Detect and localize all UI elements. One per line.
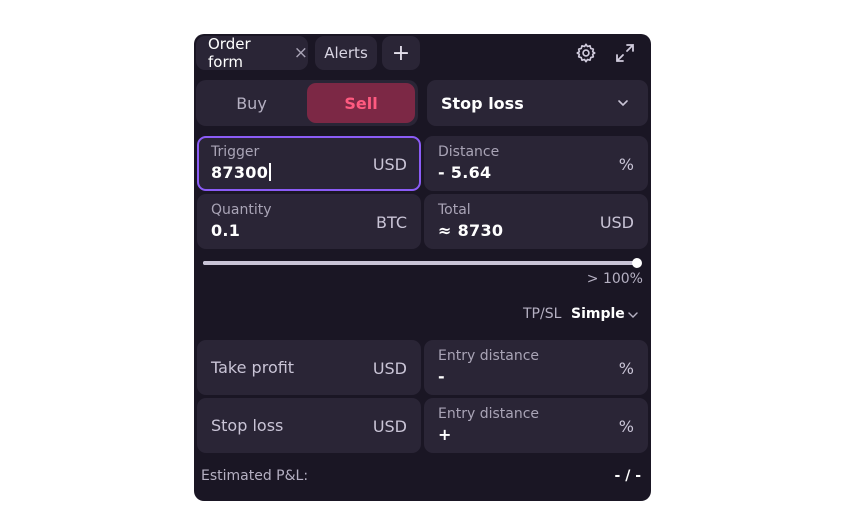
quantity-value: 0.1 <box>211 221 241 240</box>
quantity-slider-fill <box>203 261 638 265</box>
text-caret <box>269 163 271 181</box>
tab-order-form-label: Order form <box>208 35 251 71</box>
quantity-unit: BTC <box>376 213 407 232</box>
order-form-panel: Order form × Alerts + Buy Sell Stop loss… <box>194 34 651 501</box>
tab-order-form[interactable]: Order form × <box>196 35 308 71</box>
take-profit-entry-distance-field[interactable]: Entry distance - % <box>424 340 648 395</box>
take-profit-entry-label: Entry distance <box>438 348 540 364</box>
estimated-pnl-label: Estimated P&L: <box>201 468 309 484</box>
stop-loss-field[interactable]: Stop loss USD <box>197 398 421 453</box>
total-value: ≈ 8730 <box>438 221 504 240</box>
take-profit-entry-value: - <box>438 367 445 386</box>
total-label: Total <box>438 202 471 218</box>
close-icon[interactable]: × <box>294 44 308 62</box>
stop-loss-entry-distance-field[interactable]: Entry distance + % <box>424 398 648 453</box>
expand-icon[interactable] <box>612 40 638 66</box>
quantity-label: Quantity <box>211 202 272 218</box>
stop-loss-entry-unit: % <box>618 417 634 436</box>
trigger-value-wrap: 87300 <box>211 163 271 182</box>
take-profit-field[interactable]: Take profit USD <box>197 340 421 395</box>
tpsl-label: TP/SL <box>523 306 562 322</box>
distance-value: - 5.64 <box>438 163 492 182</box>
trigger-unit: USD <box>372 155 407 174</box>
stop-loss-entry-label: Entry distance <box>438 406 540 422</box>
tab-alerts-label: Alerts <box>324 44 368 62</box>
take-profit-entry-unit: % <box>618 359 634 378</box>
distance-label: Distance <box>438 144 500 160</box>
estimated-pnl-value: - / - <box>614 468 641 484</box>
trigger-value: 87300 <box>211 163 269 182</box>
quantity-slider-handle[interactable] <box>632 258 642 268</box>
chevron-down-icon <box>618 100 628 107</box>
tab-alerts[interactable]: Alerts <box>315 36 377 70</box>
total-field[interactable]: Total ≈ 8730 USD <box>424 194 648 249</box>
sell-button[interactable]: Sell <box>307 83 415 123</box>
stop-loss-label: Stop loss <box>211 416 284 435</box>
order-type-select[interactable]: Stop loss <box>427 80 648 126</box>
add-tab-button[interactable]: + <box>382 36 420 70</box>
distance-field[interactable]: Distance - 5.64 % <box>424 136 648 191</box>
stop-loss-entry-value: + <box>438 425 452 444</box>
gear-icon[interactable] <box>573 40 599 66</box>
quantity-field[interactable]: Quantity 0.1 BTC <box>197 194 421 249</box>
slider-percent-label: > 100% <box>586 271 643 287</box>
total-unit: USD <box>599 213 634 232</box>
distance-unit: % <box>618 155 634 174</box>
take-profit-label: Take profit <box>211 358 295 377</box>
quantity-slider-track[interactable] <box>203 261 638 265</box>
trigger-field[interactable]: Trigger 87300 USD <box>197 136 421 191</box>
tpsl-mode-select[interactable]: Simple <box>571 306 625 322</box>
side-toggle: Buy Sell <box>196 80 418 126</box>
plus-icon: + <box>391 40 411 66</box>
take-profit-unit: USD <box>372 359 407 378</box>
order-type-value: Stop loss <box>441 93 524 113</box>
chevron-down-icon[interactable] <box>628 311 638 319</box>
stop-loss-unit: USD <box>372 417 407 436</box>
buy-button[interactable]: Buy <box>199 83 304 123</box>
trigger-label: Trigger <box>211 144 260 160</box>
